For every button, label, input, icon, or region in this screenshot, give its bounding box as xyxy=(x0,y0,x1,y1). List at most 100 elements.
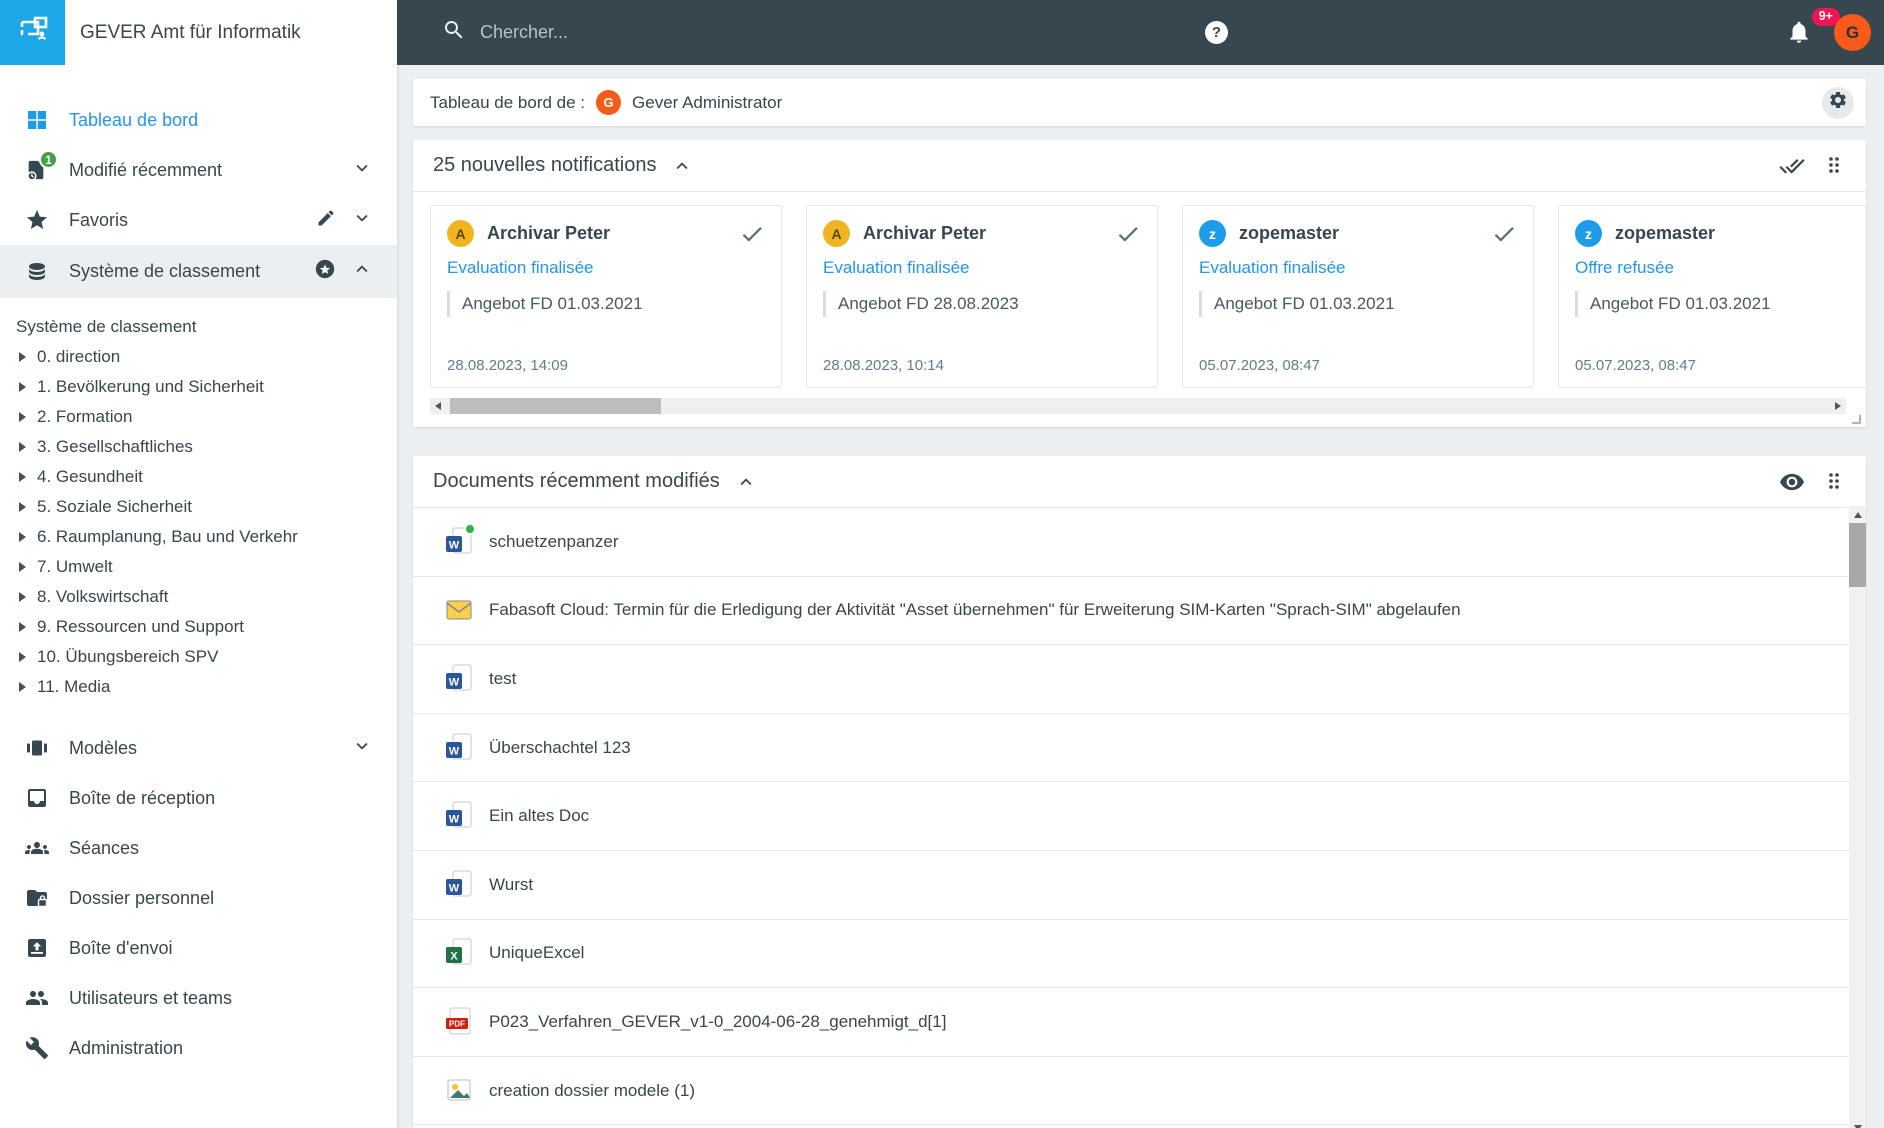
document-row[interactable]: X UniqueExcel xyxy=(413,920,1866,989)
word-file-icon: W xyxy=(445,801,473,831)
collapse-chevron-up-icon[interactable] xyxy=(671,155,693,177)
sidebar-item-administration[interactable]: Administration xyxy=(0,1023,397,1073)
scrollbar-thumb[interactable] xyxy=(1849,523,1866,587)
notification-subject: Angebot FD 01.03.2021 xyxy=(447,291,765,317)
notification-timestamp: 05.07.2023, 08:47 xyxy=(1199,357,1320,374)
scroll-right-arrow[interactable] xyxy=(1830,398,1846,414)
personal-folder-icon xyxy=(25,886,49,910)
caret-right-icon[interactable] xyxy=(19,382,26,392)
caret-right-icon[interactable] xyxy=(19,682,26,692)
chevron-down-icon[interactable] xyxy=(351,207,373,234)
vertical-scrollbar[interactable] xyxy=(1849,506,1866,1128)
document-row[interactable]: W Ein altes Doc xyxy=(413,782,1866,851)
app-logo[interactable] xyxy=(0,0,65,65)
notification-action-link[interactable]: Offre refusée xyxy=(1575,258,1674,278)
notification-action-link[interactable]: Evaluation finalisée xyxy=(1199,258,1345,278)
document-row[interactable]: W test xyxy=(413,645,1866,714)
tree-item-8-volkswirtschaft[interactable]: 8. Volkswirtschaft xyxy=(0,582,397,612)
scroll-left-arrow[interactable] xyxy=(430,398,446,414)
caret-right-icon[interactable] xyxy=(19,412,26,422)
sidebar-item-dossier-personnel[interactable]: Dossier personnel xyxy=(0,873,397,923)
notifications-bell-icon[interactable] xyxy=(1786,19,1812,50)
notification-timestamp: 28.08.2023, 14:09 xyxy=(447,357,568,374)
tree-item-4-gesundheit[interactable]: 4. Gesundheit xyxy=(0,462,397,492)
tree-item-11-media[interactable]: 11. Media xyxy=(0,672,397,702)
mark-read-check-icon[interactable] xyxy=(1491,221,1517,247)
sidebar-bottom-nav: Modèles Boîte de réception Séances Dossi… xyxy=(0,723,397,1073)
tree-item-10-uebungsbereich[interactable]: 10. Übungsbereich SPV xyxy=(0,642,397,672)
sidebar-item-systeme-de-classement[interactable]: Système de classement xyxy=(0,245,397,298)
panel-resize-handle[interactable] xyxy=(1852,415,1861,424)
caret-right-icon[interactable] xyxy=(19,442,26,452)
svg-text:W: W xyxy=(449,676,460,688)
help-icon[interactable]: ? xyxy=(1205,21,1228,44)
tree-item-6-raumplanung[interactable]: 6. Raumplanung, Bau und Verkehr xyxy=(0,522,397,552)
document-row[interactable]: creation dossier modele (1) xyxy=(413,1057,1866,1126)
caret-right-icon[interactable] xyxy=(19,592,26,602)
caret-right-icon[interactable] xyxy=(19,472,26,482)
avatar: A xyxy=(823,220,850,247)
sidebar-item-utilisateurs-et-teams[interactable]: Utilisateurs et teams xyxy=(0,973,397,1023)
visibility-eye-icon[interactable] xyxy=(1779,469,1805,495)
notification-card[interactable]: z zopemaster Evaluation finalisée Angebo… xyxy=(1182,205,1534,388)
caret-right-icon[interactable] xyxy=(19,352,26,362)
sidebar-item-label: Boîte de réception xyxy=(69,787,216,808)
caret-right-icon[interactable] xyxy=(19,622,26,632)
caret-right-icon[interactable] xyxy=(19,652,26,662)
sidebar-item-tableau-de-bord[interactable]: Tableau de bord xyxy=(0,95,397,145)
chevron-down-icon[interactable] xyxy=(351,157,373,184)
scroll-down-arrow[interactable] xyxy=(1849,1119,1866,1128)
sidebar-item-label: Tableau de bord xyxy=(69,109,199,130)
svg-text:W: W xyxy=(449,745,460,757)
sidebar-item-label: Utilisateurs et teams xyxy=(69,987,233,1008)
mark-all-read-icon[interactable] xyxy=(1779,153,1805,179)
mark-read-check-icon[interactable] xyxy=(1115,221,1141,247)
tree-item-9-ressourcen[interactable]: 9. Ressourcen und Support xyxy=(0,612,397,642)
sidebar-item-boite-de-reception[interactable]: Boîte de réception xyxy=(0,773,397,823)
documents-title: Documents récemment modifiés xyxy=(433,470,720,492)
sidebar-item-modeles[interactable]: Modèles xyxy=(0,723,397,773)
caret-right-icon[interactable] xyxy=(19,502,26,512)
dashboard-settings-button[interactable] xyxy=(1822,86,1854,119)
notification-card[interactable]: z zopemaster Offre refusée Angebot FD 01… xyxy=(1558,205,1866,388)
tree-item-2-formation[interactable]: 2. Formation xyxy=(0,402,397,432)
tree-root-label[interactable]: Système de classement xyxy=(0,312,397,342)
user-avatar[interactable]: G xyxy=(1834,14,1871,51)
tree-item-5-soziale-sicherheit[interactable]: 5. Soziale Sicherheit xyxy=(0,492,397,522)
horizontal-scrollbar[interactable] xyxy=(430,398,1846,414)
scroll-up-arrow[interactable] xyxy=(1849,506,1866,523)
caret-right-icon[interactable] xyxy=(19,562,26,572)
tree-item-0-direction[interactable]: 0. direction xyxy=(0,342,397,372)
document-row[interactable]: W Überschachtel 123 xyxy=(413,714,1866,783)
document-row[interactable]: Fabasoft Cloud: Termin für die Erledigun… xyxy=(413,577,1866,646)
caret-right-icon[interactable] xyxy=(19,532,26,542)
document-row[interactable]: W schuetzenpanzer xyxy=(413,508,1866,577)
document-row[interactable]: W Wurst xyxy=(413,851,1866,920)
sidebar-item-seances[interactable]: Séances xyxy=(0,823,397,873)
users-icon xyxy=(25,986,49,1010)
tree-item-3-gesellschaftliches[interactable]: 3. Gesellschaftliches xyxy=(0,432,397,462)
mark-read-check-icon[interactable] xyxy=(739,221,765,247)
sidebar-item-favoris[interactable]: Favoris xyxy=(0,195,397,245)
search-box[interactable] xyxy=(442,18,900,47)
sidebar-item-boite-denvoi[interactable]: Boîte d'envoi xyxy=(0,923,397,973)
scrollbar-thumb[interactable] xyxy=(450,398,661,414)
tree-item-7-umwelt[interactable]: 7. Umwelt xyxy=(0,552,397,582)
notification-card[interactable]: A Archivar Peter Evaluation finalisée An… xyxy=(430,205,782,388)
drag-handle-grid-icon[interactable] xyxy=(1822,469,1846,495)
document-row[interactable]: PDF P023_Verfahren_GEVER_v1-0_2004-06-28… xyxy=(413,988,1866,1057)
avatar: z xyxy=(1199,220,1226,247)
chevron-down-icon[interactable] xyxy=(351,735,373,762)
notification-card[interactable]: A Archivar Peter Evaluation finalisée An… xyxy=(806,205,1158,388)
notification-action-link[interactable]: Evaluation finalisée xyxy=(447,258,593,278)
excel-file-icon: X xyxy=(445,938,473,968)
favorite-star-circle-icon[interactable] xyxy=(314,258,336,285)
collapse-chevron-up-icon[interactable] xyxy=(735,471,757,493)
search-input[interactable] xyxy=(480,22,900,43)
sidebar-item-modifie-recemment[interactable]: 1 Modifié récemment xyxy=(0,145,397,195)
edit-pencil-icon[interactable] xyxy=(316,208,336,233)
drag-handle-grid-icon[interactable] xyxy=(1822,153,1846,179)
notification-action-link[interactable]: Evaluation finalisée xyxy=(823,258,969,278)
chevron-up-icon[interactable] xyxy=(351,258,373,285)
tree-item-1-bevoelkerung[interactable]: 1. Bevölkerung und Sicherheit xyxy=(0,372,397,402)
